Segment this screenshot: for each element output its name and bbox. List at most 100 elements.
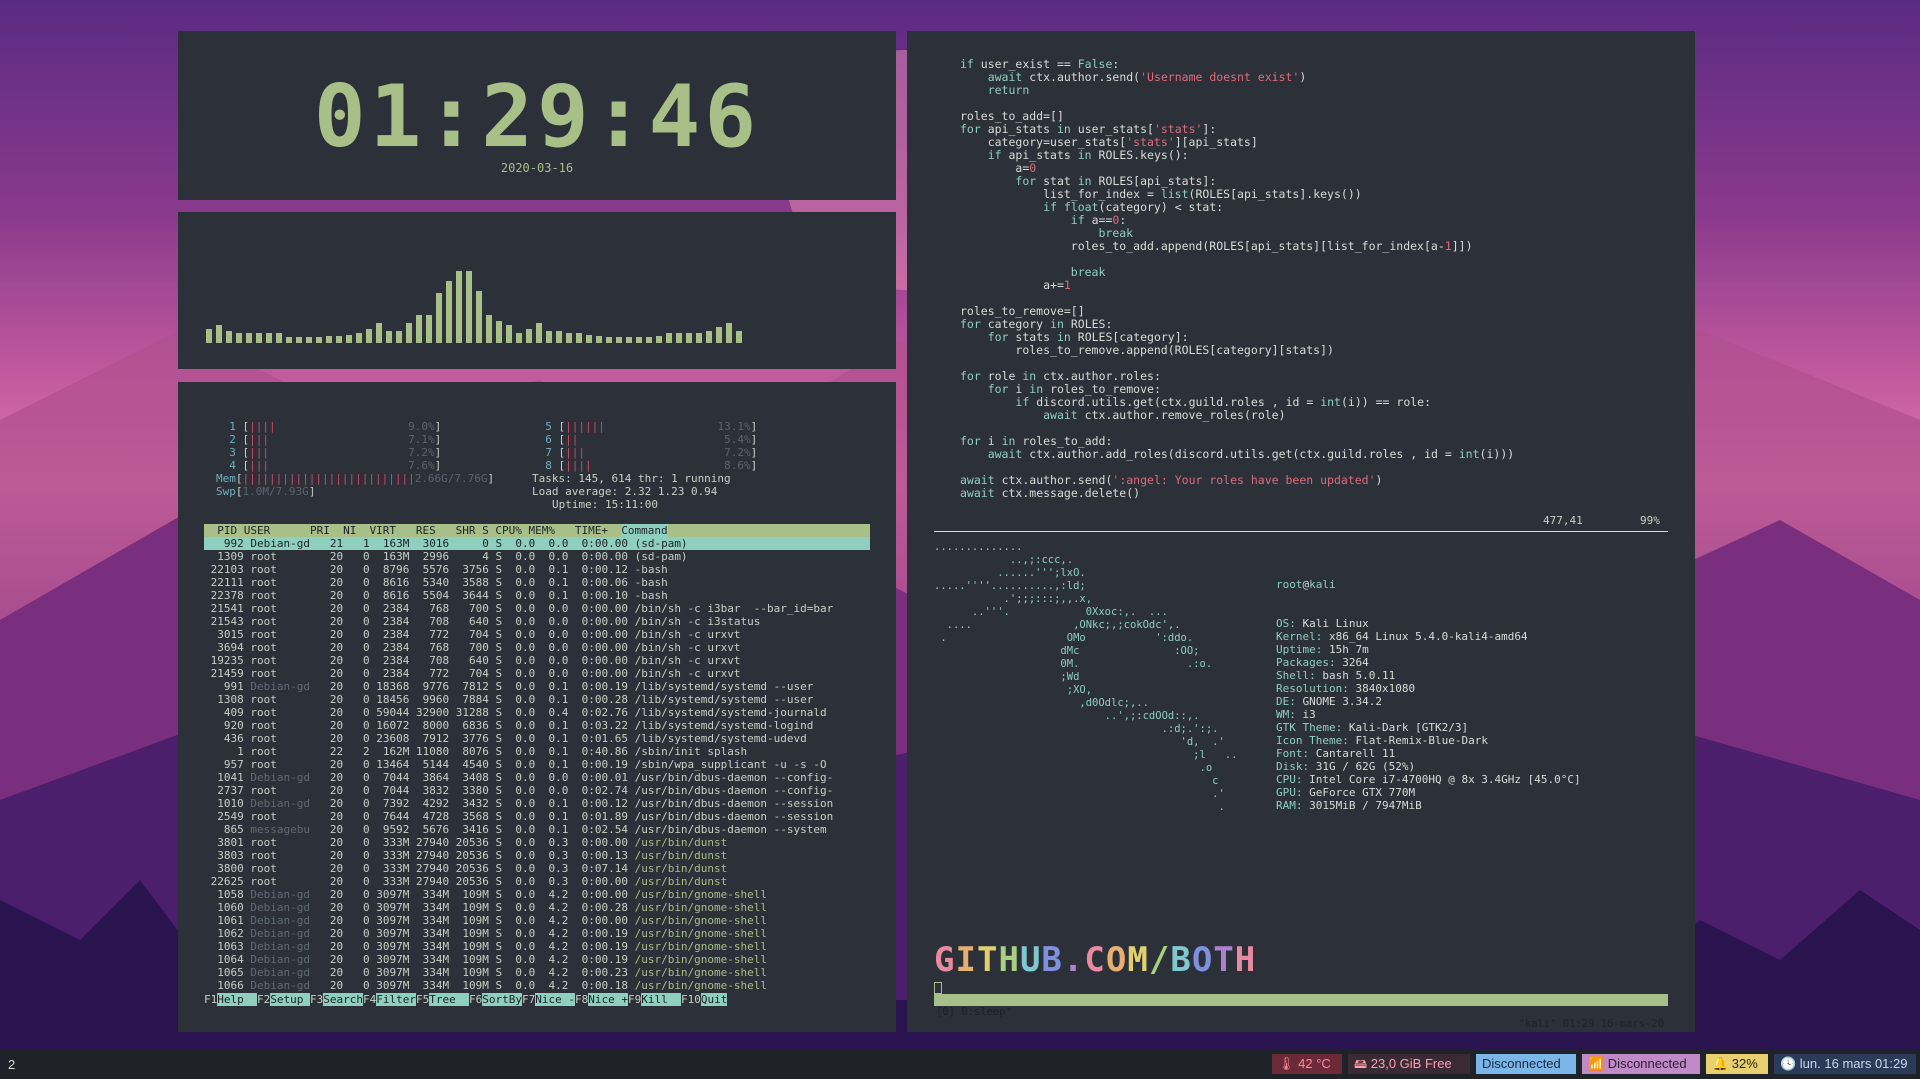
ni: 0 (343, 888, 370, 901)
fkey-f4[interactable]: F4 (363, 993, 376, 1006)
status-segment[interactable]: 🖴 23,0 GiB Free (1348, 1054, 1470, 1074)
command: /usr/bin/gnome-shell (634, 953, 768, 966)
meter-bracket: ] (434, 433, 442, 446)
fkey-label[interactable]: Kill (641, 993, 681, 1006)
process-row[interactable]: 1064 Debian-gd 20 0 3097M 334M 109M S 0.… (204, 953, 870, 966)
neofetch-row: Uptime: 15h 7m (1276, 643, 1581, 656)
state: S (488, 771, 503, 784)
status-segment[interactable]: 🕓 lun. 16 mars 01:29 (1774, 1054, 1916, 1074)
ascii-line: .:d;.':;. (934, 723, 1219, 735)
fkey-label[interactable]: Tree (429, 993, 469, 1006)
time: 0:00.19 (568, 940, 635, 953)
meter-label: Mem (216, 472, 236, 485)
ascii-line: ;l .. (934, 749, 1238, 761)
fkey-f7[interactable]: F7 (522, 993, 535, 1006)
header-columns[interactable]: PID USER PRI NI VIRT RES SHR S CPU% MEM%… (204, 524, 621, 537)
process-row[interactable]: 436 root 20 0 23608 7912 3776 S 0.0 0.1 … (204, 732, 870, 745)
process-table-header[interactable]: PID USER PRI NI VIRT RES SHR S CPU% MEM%… (204, 524, 870, 537)
process-row[interactable]: 992 Debian-gd 21 1 163M 3016 0 S 0.0 0.0… (204, 537, 870, 550)
fkey-f9[interactable]: F9 (628, 993, 641, 1006)
banner-letter: H (1234, 940, 1257, 980)
header-command[interactable]: Command (621, 524, 668, 537)
res: 7912 (409, 732, 450, 745)
process-row[interactable]: 1066 Debian-gd 20 0 3097M 334M 109M S 0.… (204, 979, 870, 992)
fkey-f3[interactable]: F3 (310, 993, 323, 1006)
process-row[interactable]: 865 messagebu 20 0 9592 5676 3416 S 0.0 … (204, 823, 870, 836)
fkey-label[interactable]: Nice + (588, 993, 628, 1006)
process-row[interactable]: 1308 root 20 0 18456 9960 7884 S 0.0 0.1… (204, 693, 870, 706)
process-row[interactable]: 1010 Debian-gd 20 0 7392 4292 3432 S 0.0… (204, 797, 870, 810)
pri: 20 (309, 641, 344, 654)
process-row[interactable]: 1058 Debian-gd 20 0 3097M 334M 109M S 0.… (204, 888, 870, 901)
process-row[interactable]: 21541 root 20 0 2384 768 700 S 0.0 0.0 0… (204, 602, 870, 615)
process-row[interactable]: 3694 root 20 0 2384 768 700 S 0.0 0.0 0:… (204, 641, 870, 654)
banner-letter: I (955, 940, 977, 980)
process-row[interactable]: 1309 root 20 0 163M 2996 4 S 0.0 0.0 0:0… (204, 550, 870, 563)
neofetch-key: Icon Theme: (1276, 734, 1356, 747)
fkey-f8[interactable]: F8 (575, 993, 588, 1006)
virt: 18456 (369, 693, 410, 706)
fkey-label[interactable]: Filter (376, 993, 416, 1006)
process-row[interactable]: 1062 Debian-gd 20 0 3097M 334M 109M S 0.… (204, 927, 870, 940)
process-row[interactable]: 3801 root 20 0 333M 27940 20536 S 0.0 0.… (204, 836, 870, 849)
fkey-label[interactable]: Search (323, 993, 363, 1006)
process-row[interactable]: 1065 Debian-gd 20 0 3097M 334M 109M S 0.… (204, 966, 870, 979)
process-row[interactable]: 3800 root 20 0 333M 27940 20536 S 0.0 0.… (204, 862, 870, 875)
fkey-label[interactable]: Quit (700, 993, 728, 1006)
terminal-cursor (934, 982, 942, 994)
process-row[interactable]: 3803 root 20 0 333M 27940 20536 S 0.0 0.… (204, 849, 870, 862)
scroll-percent: 99% (1640, 514, 1660, 527)
tmux-status-bar: [0] 0:sleep* "kali" 01:29 16-mars-20 (934, 994, 1668, 1030)
visualizer-bar (426, 315, 432, 343)
process-row[interactable]: 957 root 20 0 13464 5144 4540 S 0.0 0.1 … (204, 758, 870, 771)
cpu: 0.0 (502, 836, 536, 849)
process-row[interactable]: 409 root 20 0 59044 32900 31288 S 0.0 0.… (204, 706, 870, 719)
mem: 0.1 (535, 693, 569, 706)
user: root (250, 628, 310, 641)
process-row[interactable]: 3015 root 20 0 2384 772 704 S 0.0 0.0 0:… (204, 628, 870, 641)
fkey-f1[interactable]: F1 (204, 993, 217, 1006)
status-segment[interactable]: 📶 Disconnected (1582, 1054, 1700, 1074)
process-row[interactable]: 1 root 22 2 162M 11080 8076 S 0.0 0.1 0:… (204, 745, 870, 758)
process-row[interactable]: 22111 root 20 0 8616 5340 3588 S 0.0 0.1… (204, 576, 870, 589)
process-row[interactable]: 22625 root 20 0 333M 27940 20536 S 0.0 0… (204, 875, 870, 888)
fkey-label[interactable]: Setup (270, 993, 310, 1006)
fkey-f2[interactable]: F2 (257, 993, 270, 1006)
fkey-label[interactable]: Help (217, 993, 257, 1006)
status-segment[interactable]: Disconnected (1476, 1054, 1576, 1074)
visualizer-bar (256, 333, 262, 343)
user: Debian-gd (250, 771, 310, 784)
status-segment[interactable]: 🌡 42 °C (1272, 1054, 1342, 1074)
workspace-indicator[interactable]: 2 (8, 1057, 15, 1072)
process-row[interactable]: 920 root 20 0 16072 8000 6836 S 0.0 0.1 … (204, 719, 870, 732)
process-row[interactable]: 2549 root 20 0 7644 4728 3568 S 0.0 0.1 … (204, 810, 870, 823)
process-row[interactable]: 1063 Debian-gd 20 0 3097M 334M 109M S 0.… (204, 940, 870, 953)
visualizer-bar (216, 325, 222, 343)
process-row[interactable]: 21543 root 20 0 2384 708 640 S 0.0 0.0 0… (204, 615, 870, 628)
fkey-f10[interactable]: F10 (681, 993, 701, 1006)
cpu-meter-6: 6 [|| 5.4%] (532, 433, 757, 446)
visualizer-bar (316, 337, 322, 343)
fkey-f6[interactable]: F6 (469, 993, 482, 1006)
process-row[interactable]: 1061 Debian-gd 20 0 3097M 334M 109M S 0.… (204, 914, 870, 927)
process-row[interactable]: 2737 root 20 0 7044 3832 3380 S 0.0 0.0 … (204, 784, 870, 797)
pid: 3803 (204, 849, 251, 862)
cpu: 0.0 (502, 771, 536, 784)
code-editor[interactable]: if user_exist == False: await ctx.author… (960, 58, 1514, 500)
process-row[interactable]: 1060 Debian-gd 20 0 3097M 334M 109M S 0.… (204, 901, 870, 914)
process-row[interactable]: 19235 root 20 0 2384 708 640 S 0.0 0.0 0… (204, 654, 870, 667)
res: 27940 (409, 836, 450, 849)
fkey-label[interactable]: Nice - (535, 993, 575, 1006)
process-row[interactable]: 22378 root 20 0 8616 5504 3644 S 0.0 0.1… (204, 589, 870, 602)
process-row[interactable]: 21459 root 20 0 2384 772 704 S 0.0 0.0 0… (204, 667, 870, 680)
time: 0:01.65 (568, 732, 635, 745)
process-row[interactable]: 22103 root 20 0 8796 5576 3756 S 0.0 0.1… (204, 563, 870, 576)
tmux-window-list[interactable]: [0] 0:sleep* (936, 1006, 1012, 1018)
virt: 3097M (369, 914, 410, 927)
process-row[interactable]: 1041 Debian-gd 20 0 7044 3864 3408 S 0.0… (204, 771, 870, 784)
process-list[interactable]: 992 Debian-gd 21 1 163M 3016 0 S 0.0 0.0… (204, 537, 870, 992)
status-segment[interactable]: 🔔 32% (1706, 1054, 1768, 1074)
fkey-label[interactable]: SortBy (482, 993, 522, 1006)
fkey-f5[interactable]: F5 (416, 993, 429, 1006)
process-row[interactable]: 991 Debian-gd 20 0 18368 9776 7812 S 0.0… (204, 680, 870, 693)
